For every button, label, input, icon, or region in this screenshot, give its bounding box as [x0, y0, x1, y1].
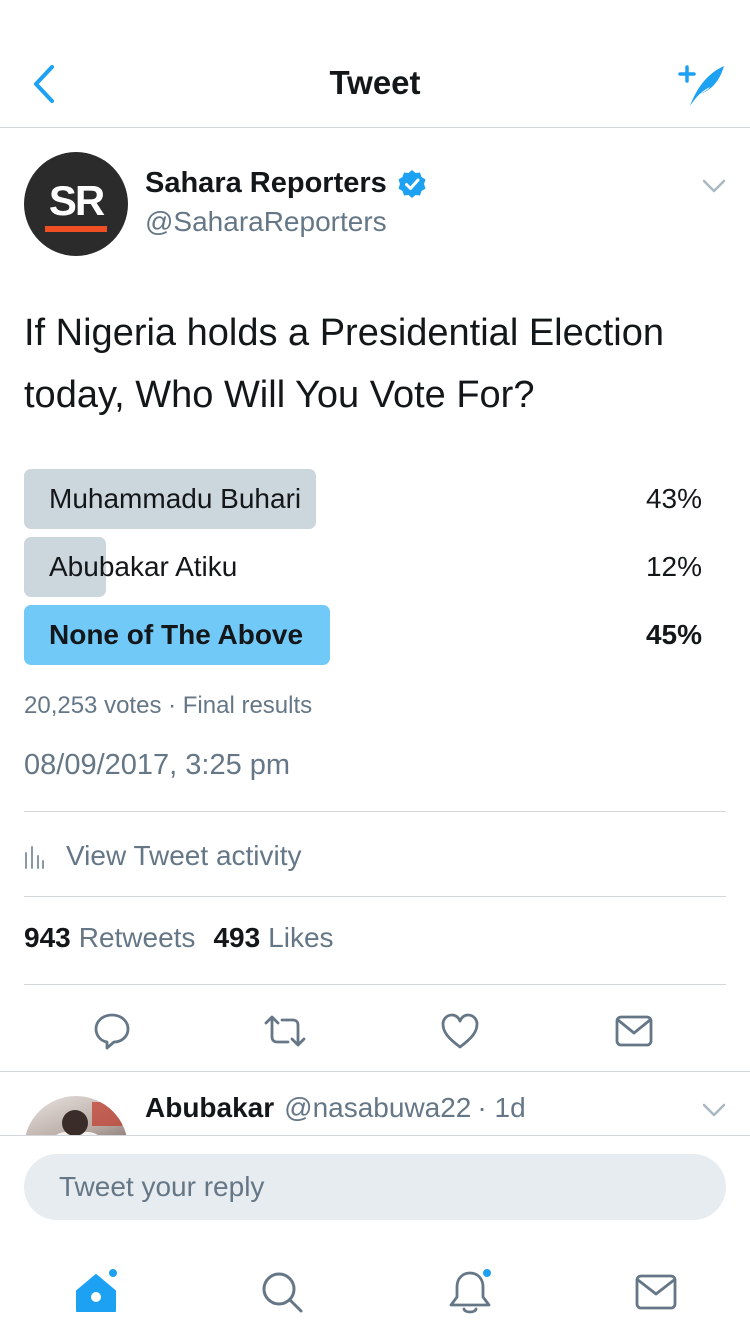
retweet-button[interactable] — [262, 1008, 308, 1054]
notifications-icon — [449, 1267, 493, 1314]
page-title: Tweet — [329, 64, 421, 101]
compose-tweet-icon — [678, 65, 724, 106]
tab-notifications[interactable] — [442, 1264, 498, 1320]
avatar-photo-detail — [62, 1110, 88, 1136]
poll-option-label: None of The Above — [49, 619, 304, 650]
activity-chart-icon — [25, 846, 44, 869]
avatar-logo-bar — [45, 226, 107, 232]
search-icon — [262, 1272, 303, 1313]
poll-option: None of The Above 45% — [24, 605, 704, 665]
poll-option-percent: 12% — [645, 551, 702, 582]
home-icon — [76, 1267, 119, 1312]
reply-author-name: Abubakar — [145, 1092, 275, 1123]
share-icon — [615, 1015, 653, 1047]
poll-option: Abubakar Atiku 12% — [24, 537, 704, 597]
reply-author-handle: @nasabuwa22 — [284, 1092, 472, 1123]
tab-home[interactable] — [68, 1264, 124, 1320]
poll-option-percent: 43% — [645, 483, 702, 514]
tweet-text: If Nigeria holds a Presidential Election… — [24, 312, 665, 416]
poll-option-label: Abubakar Atiku — [49, 551, 238, 582]
like-button[interactable] — [437, 1008, 483, 1054]
top-nav-bar: Tweet — [0, 0, 750, 128]
reply-icon — [94, 1013, 130, 1050]
reply-header[interactable]: Abubakar @nasabuwa22 · 1d — [145, 1092, 526, 1124]
author-name[interactable]: Sahara Reporters — [145, 167, 427, 200]
retweet-icon — [264, 1015, 306, 1047]
bottom-area: Tweet your reply — [0, 1135, 750, 1334]
poll-meta: 20,253 votes · Final results — [24, 692, 313, 719]
verified-badge-icon — [398, 169, 426, 198]
poll-option-label: Muhammadu Buhari — [49, 483, 302, 514]
likes-label: Likes — [268, 922, 334, 953]
poll-option: Muhammadu Buhari 43% — [24, 469, 704, 529]
reply-input-placeholder: Tweet your reply — [59, 1171, 265, 1202]
likes-count: 493 — [213, 922, 261, 953]
view-tweet-activity-label: View Tweet activity — [66, 840, 302, 871]
section-divider — [0, 1071, 750, 1072]
tweet-actions — [0, 1000, 750, 1060]
reply-time: · 1d — [477, 1092, 526, 1123]
view-tweet-activity-button[interactable]: View Tweet activity — [24, 834, 302, 878]
retweets-stat[interactable]: 943 Retweets — [24, 922, 195, 954]
retweets-count: 943 — [24, 922, 71, 953]
chevron-down-icon[interactable] — [700, 1096, 728, 1124]
messages-icon — [635, 1274, 677, 1310]
engagement-stats: 943 Retweets 493 Likes — [24, 922, 352, 954]
poll: Muhammadu Buhari 43% Abubakar Atiku 12% … — [24, 469, 704, 673]
author-name-text: Sahara Reporters — [145, 167, 387, 199]
tab-messages[interactable] — [628, 1264, 684, 1320]
compose-tweet-button[interactable] — [674, 60, 728, 112]
like-icon — [441, 1013, 479, 1049]
tweet-timestamp: 08/09/2017, 3:25 pm — [24, 749, 291, 781]
author-avatar[interactable]: SR — [24, 152, 128, 256]
poll-option-percent: 45% — [645, 619, 702, 650]
avatar-photo-detail — [92, 1102, 122, 1126]
reply-button[interactable] — [89, 1008, 135, 1054]
likes-stat[interactable]: 493 Likes — [213, 922, 333, 954]
chevron-down-icon[interactable] — [700, 172, 728, 200]
share-button[interactable] — [611, 1008, 657, 1054]
author-handle[interactable]: @SaharaReporters — [145, 206, 387, 238]
avatar-logo-text: SR — [48, 177, 105, 224]
retweets-label: Retweets — [78, 922, 196, 953]
tab-search[interactable] — [254, 1264, 310, 1320]
divider — [24, 896, 726, 897]
divider — [24, 984, 726, 985]
divider — [24, 811, 726, 812]
reply-input[interactable]: Tweet your reply — [24, 1154, 726, 1220]
